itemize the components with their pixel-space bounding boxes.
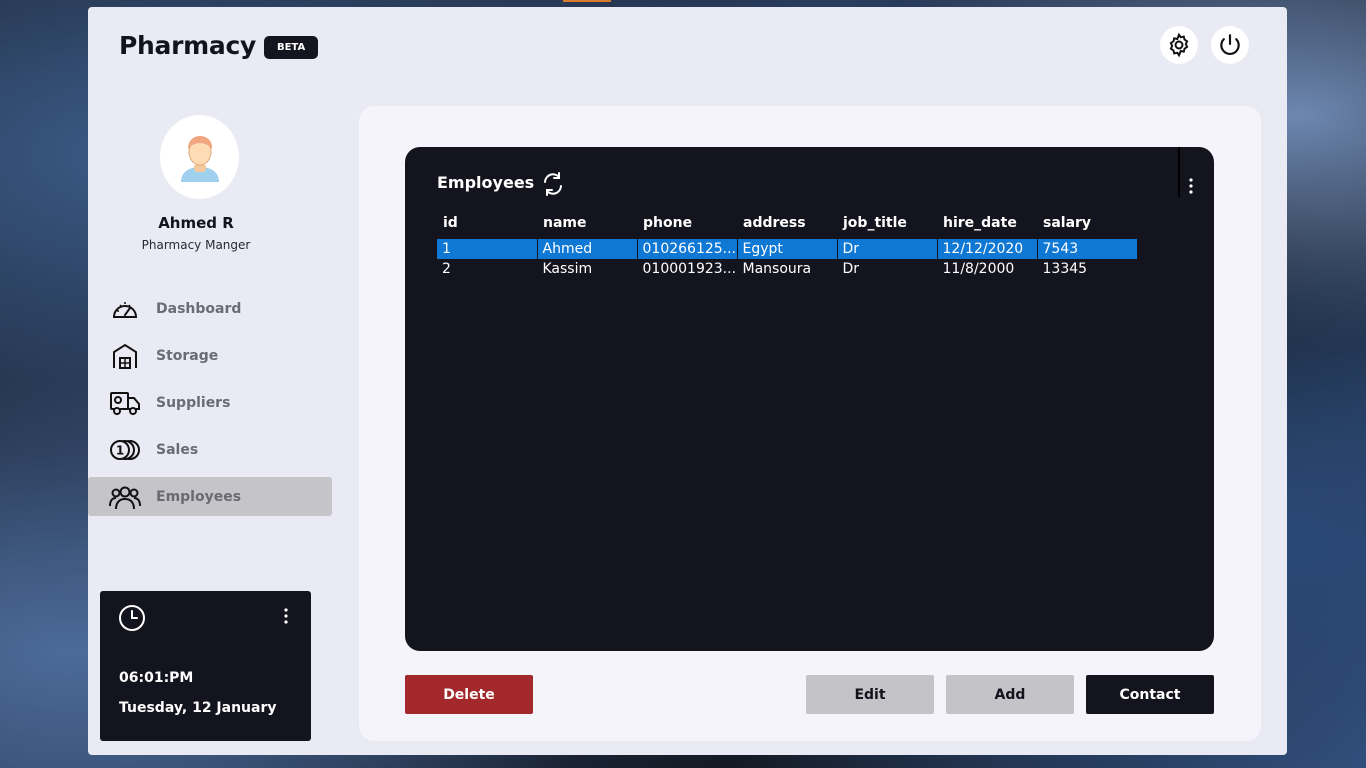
warehouse-icon <box>109 342 141 370</box>
delivery-truck-icon <box>109 389 141 417</box>
table-cell: Egypt <box>737 239 838 259</box>
sidebar-item-sales[interactable]: 1 Sales <box>88 430 332 469</box>
power-button[interactable] <box>1211 26 1249 64</box>
column-header[interactable]: job_title <box>837 207 937 239</box>
table-cell: 010001923... <box>637 259 738 279</box>
svg-text:1: 1 <box>116 443 124 457</box>
add-button[interactable]: Add <box>946 675 1074 714</box>
sidebar-item-label: Suppliers <box>156 394 231 411</box>
brand: Pharmacy BETA <box>119 31 319 60</box>
clock-icon <box>119 605 145 631</box>
column-header[interactable]: phone <box>637 207 737 239</box>
table-row[interactable]: 1 Ahmed 010266125... Egypt Dr 12/12/2020… <box>437 239 1138 259</box>
table-cell: 010266125... <box>637 239 738 259</box>
column-header[interactable]: salary <box>1037 207 1137 239</box>
column-header[interactable]: address <box>737 207 837 239</box>
clock-widget: 06:01:PM Tuesday, 12 January <box>100 591 311 741</box>
clock-date: Tuesday, 12 January <box>119 700 277 716</box>
sidebar-item-suppliers[interactable]: Suppliers <box>88 383 332 422</box>
sidebar-item-label: Dashboard <box>156 300 242 317</box>
table-cell: 12/12/2020 <box>937 239 1038 259</box>
table-cell: Mansoura <box>737 259 838 279</box>
column-header[interactable]: id <box>437 207 537 239</box>
table-cell: 1 <box>437 239 538 259</box>
app-window: Pharmacy BETA Ahmed R Pharmacy Manger Da… <box>88 7 1287 755</box>
table-cell: Dr <box>837 239 938 259</box>
sidebar-item-dashboard[interactable]: Dashboard <box>88 289 332 328</box>
employees-table: id name phone address job_title hire_dat… <box>437 207 1138 279</box>
dashboard-gauge-icon <box>109 295 141 323</box>
refresh-icon[interactable] <box>541 171 565 197</box>
table-cell: 7543 <box>1037 239 1138 259</box>
sidebar-item-label: Sales <box>156 441 199 458</box>
contact-button[interactable]: Contact <box>1086 675 1214 714</box>
coins-icon: 1 <box>109 436 141 464</box>
sidebar-item-label: Employees <box>156 488 242 505</box>
employees-table-card: Employees id name phone address job_titl… <box>405 147 1214 651</box>
column-header[interactable]: hire_date <box>937 207 1037 239</box>
table-cell: 13345 <box>1037 259 1138 279</box>
table-cell: Ahmed <box>537 239 638 259</box>
edit-button[interactable]: Edit <box>806 675 934 714</box>
table-cell: Kassim <box>537 259 638 279</box>
user-name: Ahmed R <box>158 214 234 232</box>
table-cell: 11/8/2000 <box>937 259 1038 279</box>
user-role: Pharmacy Manger <box>141 238 251 252</box>
table-row[interactable]: 2 Kassim 010001923... Mansoura Dr 11/8/2… <box>437 259 1138 279</box>
sidebar-item-employees[interactable]: Employees <box>88 477 332 516</box>
beta-badge: BETA <box>263 36 319 59</box>
table-cell: 2 <box>437 259 538 279</box>
sidebar-item-storage[interactable]: Storage <box>88 336 332 375</box>
kebab-menu-icon[interactable] <box>283 607 289 625</box>
sidebar-item-label: Storage <box>156 347 219 364</box>
column-divider <box>1178 147 1180 197</box>
people-group-icon <box>109 483 141 511</box>
main-panel: Employees id name phone address job_titl… <box>359 106 1261 741</box>
settings-button[interactable] <box>1160 26 1198 64</box>
table-cell: Dr <box>837 259 938 279</box>
window-accent <box>563 0 611 2</box>
app-title: Pharmacy <box>119 31 256 60</box>
table-header-row: id name phone address job_title hire_dat… <box>437 207 1137 239</box>
user-avatar-icon <box>180 136 219 182</box>
clock-time: 06:01:PM <box>119 670 194 686</box>
column-header[interactable]: name <box>537 207 637 239</box>
delete-button[interactable]: Delete <box>405 675 533 714</box>
avatar <box>160 115 239 199</box>
power-icon <box>1220 34 1240 55</box>
sidebar-nav: Dashboard Storage Suppliers 1 Sales Empl… <box>88 289 332 524</box>
table-title: Employees <box>437 173 535 192</box>
kebab-menu-icon[interactable] <box>1188 177 1194 195</box>
gear-icon <box>1169 32 1189 58</box>
